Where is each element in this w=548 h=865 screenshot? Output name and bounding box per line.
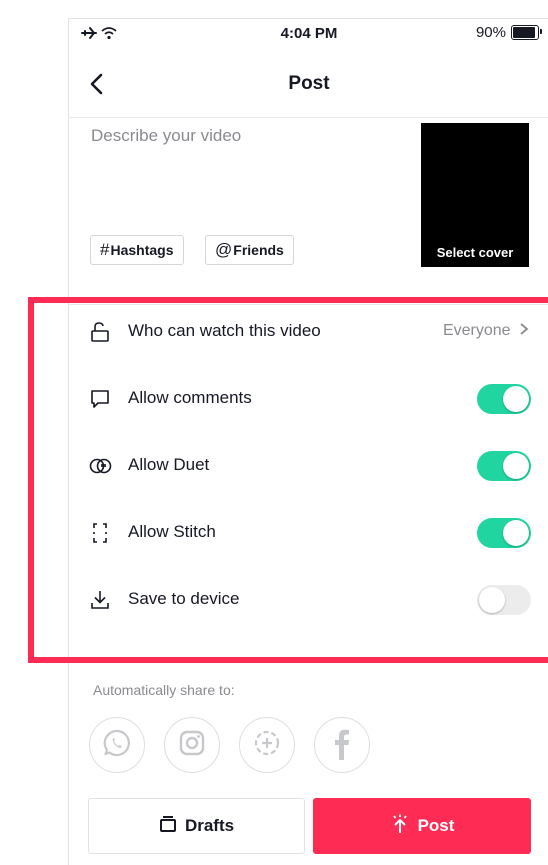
download-icon	[89, 589, 111, 611]
caption-area: Describe your video # Hashtags @ Friends…	[69, 118, 548, 305]
toggle-knob	[479, 587, 505, 613]
post-button[interactable]: Post	[313, 798, 531, 854]
allow-comments-label: Allow comments	[128, 388, 252, 407]
share-title: Automatically share to:	[93, 682, 235, 698]
battery-percentage: 90%	[475, 24, 506, 41]
allow-duet-label: Allow Duet	[128, 455, 210, 474]
add-share-icon	[252, 728, 282, 763]
who-can-watch-value: Everyone	[443, 322, 529, 340]
page-title: Post	[288, 73, 330, 94]
drafts-label: Drafts	[184, 816, 235, 835]
allow-comments-toggle[interactable]	[477, 384, 531, 414]
nav-bar: Post	[69, 53, 548, 118]
caption-input[interactable]: Describe your video	[91, 126, 241, 146]
duet-icon	[89, 455, 112, 477]
setting-allow-duet: Allow Duet	[69, 433, 548, 500]
drafts-button[interactable]: Drafts	[88, 798, 305, 854]
save-to-device-label: Save to device	[128, 589, 240, 608]
share-whatsapp-button[interactable]	[89, 717, 145, 773]
who-can-watch-label: Who can watch this video	[128, 321, 321, 340]
settings-list: Who can watch this video Everyone Allow …	[69, 299, 548, 634]
select-cover-button[interactable]: Select cover	[421, 123, 529, 267]
setting-allow-comments: Allow comments	[69, 366, 548, 433]
who-can-watch-value-text: Everyone	[442, 322, 511, 339]
share-instagram-button[interactable]	[164, 717, 220, 773]
instagram-icon	[177, 728, 207, 763]
friends-label: Friends	[233, 242, 284, 258]
allow-stitch-label: Allow Stitch	[128, 522, 216, 541]
allow-duet-toggle[interactable]	[477, 451, 531, 481]
toggle-knob	[503, 520, 529, 546]
setting-who-can-watch[interactable]: Who can watch this video Everyone	[69, 299, 548, 366]
friends-button[interactable]: @ Friends	[205, 235, 294, 265]
status-icons-right: 90%	[475, 24, 542, 41]
at-icon: @	[215, 240, 233, 259]
setting-allow-stitch: Allow Stitch	[69, 500, 548, 567]
battery-tip	[540, 29, 542, 34]
lock-icon	[89, 321, 111, 343]
allow-stitch-toggle[interactable]	[477, 518, 531, 548]
post-label: Post	[417, 816, 455, 835]
page: 4:04 PM 90% Post Describe your video # H…	[0, 0, 548, 865]
post-icon	[390, 814, 410, 839]
hashtags-button[interactable]: # Hashtags	[90, 235, 184, 265]
hashtags-label: Hashtags	[110, 242, 174, 258]
toggle-knob	[503, 453, 529, 479]
share-add-button[interactable]	[239, 717, 295, 773]
hashtag-icon: #	[100, 240, 110, 259]
drafts-icon	[159, 815, 177, 838]
share-targets	[89, 717, 370, 773]
battery-icon	[511, 25, 542, 40]
share-facebook-button[interactable]	[314, 717, 370, 773]
battery-fill	[513, 27, 535, 38]
toggle-knob	[503, 386, 529, 412]
status-bar: 4:04 PM 90%	[69, 19, 548, 53]
select-cover-label: Select cover	[436, 245, 514, 260]
whatsapp-icon	[102, 728, 132, 763]
comment-icon	[89, 388, 111, 410]
facebook-icon	[327, 726, 357, 765]
phone-screen: 4:04 PM 90% Post Describe your video # H…	[68, 18, 548, 865]
stitch-icon	[89, 522, 111, 544]
chevron-right-icon	[515, 322, 529, 339]
save-to-device-toggle[interactable]	[477, 585, 531, 615]
setting-save-to-device: Save to device	[69, 567, 548, 634]
